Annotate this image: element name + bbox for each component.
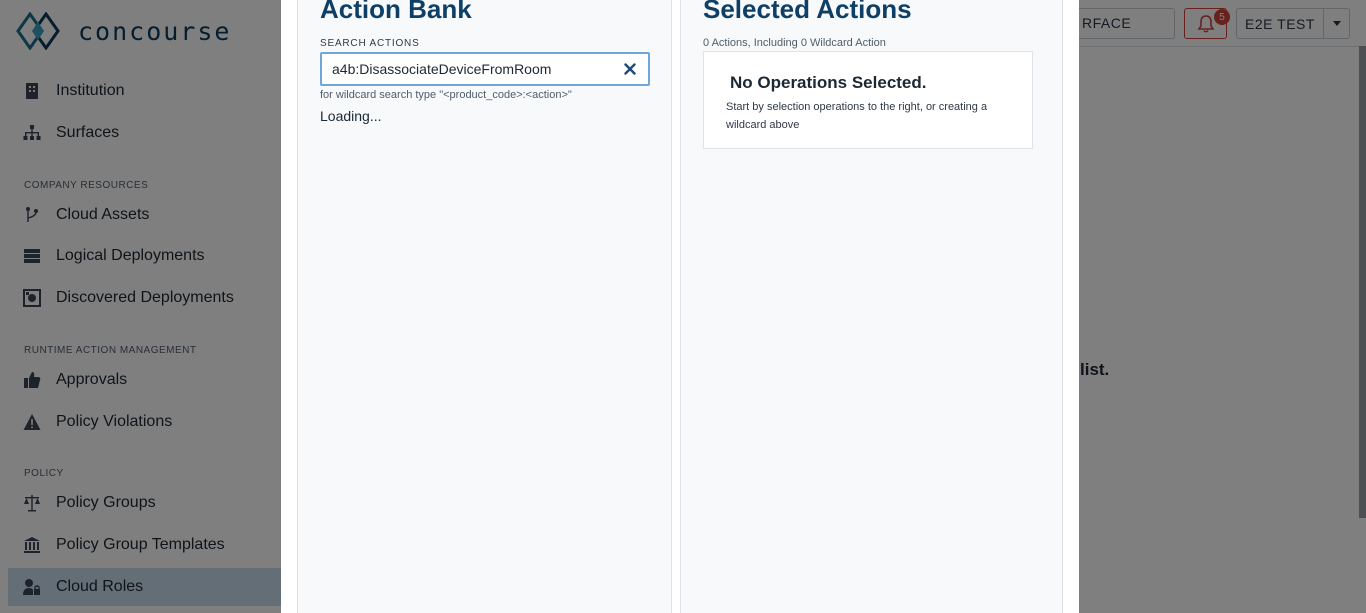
empty-state-description: Start by selection operations to the rig… — [726, 101, 988, 131]
search-actions-input[interactable] — [332, 61, 612, 77]
role-actions-modal: Action Bank SEARCH ACTIONS for wildcard … — [281, 0, 1079, 613]
selected-actions-title: Selected Actions — [703, 0, 912, 24]
search-actions-box — [320, 52, 650, 86]
selected-actions-panel: Selected Actions 0 Actions, Including 0 … — [680, 0, 1063, 613]
action-bank-panel: Action Bank SEARCH ACTIONS for wildcard … — [297, 0, 672, 613]
clear-search-icon[interactable] — [622, 61, 638, 77]
action-bank-title: Action Bank — [320, 0, 472, 24]
empty-state-card: No Operations Selected. Start by selecti… — [703, 51, 1033, 149]
loading-status: Loading... — [320, 108, 382, 124]
search-actions-label: SEARCH ACTIONS — [320, 38, 420, 49]
wildcard-hint: for wildcard search type "<product_code>… — [320, 89, 572, 101]
selected-actions-count: 0 Actions, Including 0 Wildcard Action — [703, 37, 886, 49]
empty-state-title: No Operations Selected. — [730, 73, 927, 92]
